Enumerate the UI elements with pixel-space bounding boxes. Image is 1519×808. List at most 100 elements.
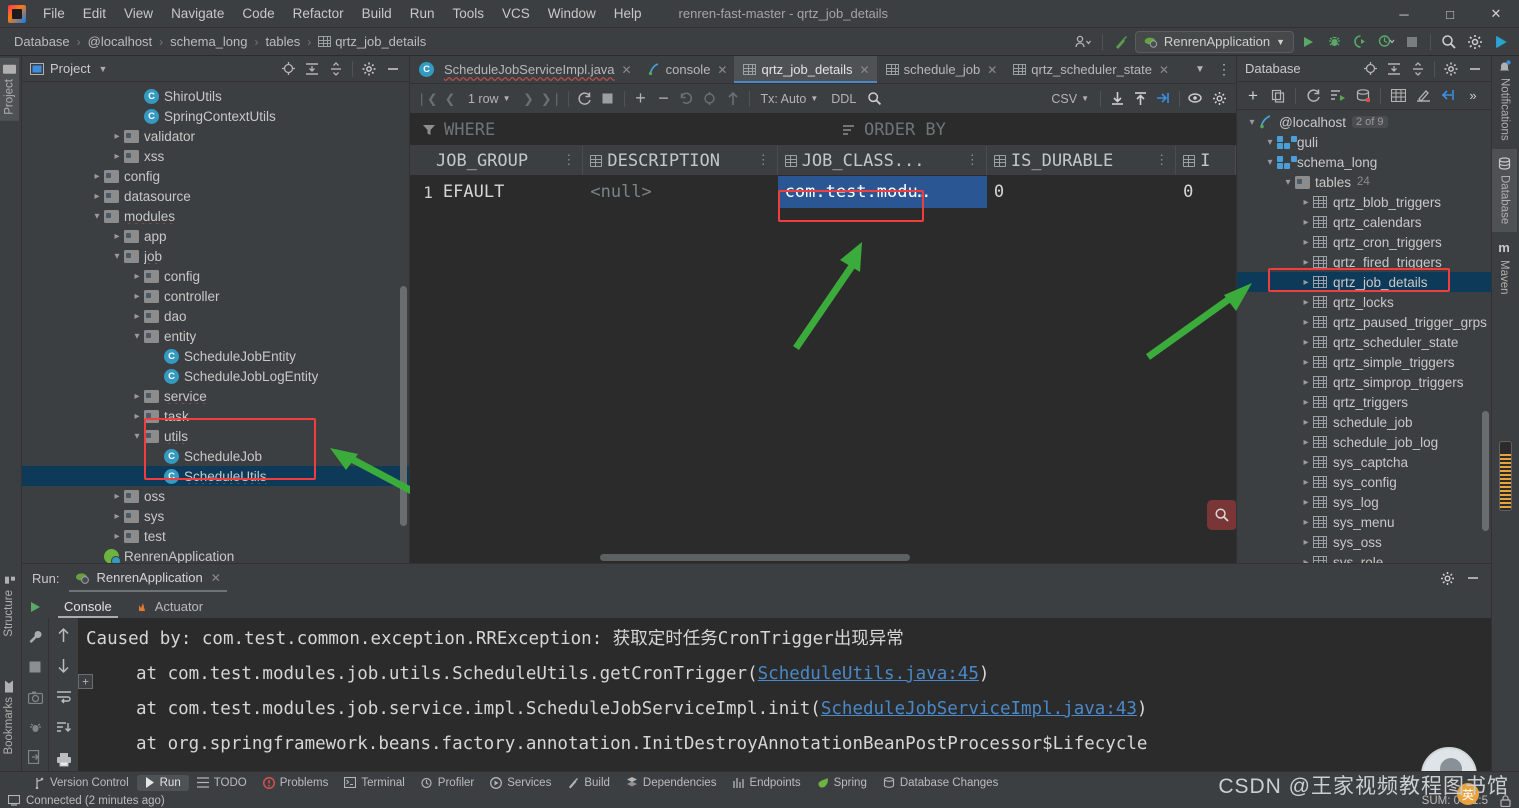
collapse-all-icon[interactable]: [1406, 58, 1430, 80]
bottom-stripe-item-build[interactable]: Build: [559, 775, 618, 791]
database-tree-node[interactable]: ▾ guli: [1237, 132, 1491, 152]
expand-all-icon[interactable]: [300, 58, 324, 80]
chevron-right-icon[interactable]: ▸: [110, 231, 124, 242]
cell-job-class-name[interactable]: com.test.modu…: [777, 176, 987, 208]
locate-icon[interactable]: [1358, 58, 1382, 80]
database-tree-node[interactable]: ▸ qrtz_triggers: [1237, 392, 1491, 412]
add-row-button[interactable]: +: [630, 88, 652, 110]
chevron-right-icon[interactable]: ▸: [1299, 417, 1313, 428]
cell-next[interactable]: 0: [1176, 176, 1236, 208]
editor-tab-console[interactable]: console ✕: [639, 56, 735, 83]
collapse-all-icon[interactable]: [324, 58, 348, 80]
grid-header-job-class[interactable]: JOB_CLASS... ⋮: [778, 146, 987, 175]
copy-icon[interactable]: [1266, 85, 1290, 107]
main-menu[interactable]: File Edit View Navigate Code Refactor Bu…: [34, 3, 651, 24]
jump-icon[interactable]: [1152, 88, 1174, 110]
chevron-right-icon[interactable]: ▸: [130, 411, 144, 422]
project-tree-node[interactable]: . RenrenApplication: [22, 546, 409, 563]
grid-horizontal-scrollbar[interactable]: [600, 554, 910, 561]
database-scrollbar[interactable]: [1482, 411, 1489, 531]
chevron-down-icon[interactable]: ▼: [1188, 59, 1212, 81]
updates-icon[interactable]: [1489, 31, 1513, 53]
print-icon[interactable]: [52, 748, 76, 770]
grid-header-is-durable[interactable]: IS_DURABLE ⋮: [987, 146, 1177, 175]
run-with-coverage-icon[interactable]: [1348, 31, 1372, 53]
bottom-stripe-item-terminal[interactable]: Terminal: [336, 775, 412, 791]
stripe-tab-project[interactable]: Project: [0, 58, 19, 121]
sort-indicator-icon[interactable]: ⋮: [757, 153, 770, 168]
chevron-right-icon[interactable]: ▸: [110, 491, 124, 502]
order-by-filter[interactable]: ORDER BY: [830, 120, 946, 140]
grid-header-description[interactable]: DESCRIPTION ⋮: [583, 146, 778, 175]
database-tree-node[interactable]: ▾ tables 24: [1237, 172, 1491, 192]
delete-row-button[interactable]: −: [653, 88, 675, 110]
database-tree-node[interactable]: ▸ sys_menu: [1237, 512, 1491, 532]
chevron-right-icon[interactable]: ▸: [110, 131, 124, 142]
cell-description[interactable]: <null>: [583, 176, 777, 208]
sort-indicator-icon[interactable]: ⋮: [1155, 153, 1168, 168]
menu-item-view[interactable]: View: [115, 3, 162, 24]
menu-item-build[interactable]: Build: [353, 3, 401, 24]
next-page-button[interactable]: ❯: [518, 88, 540, 110]
breadcrumb-tables[interactable]: tables: [262, 32, 305, 51]
database-tree-node[interactable]: ▸ qrtz_job_details: [1237, 272, 1491, 292]
wrench-icon[interactable]: [23, 626, 47, 648]
chevron-right-icon[interactable]: ▸: [1299, 357, 1313, 368]
search-icon[interactable]: [1437, 31, 1461, 53]
project-tree-node[interactable]: ▾ modules: [22, 206, 409, 226]
project-tree-node[interactable]: .C ScheduleUtils: [22, 466, 409, 486]
locate-icon[interactable]: [276, 58, 300, 80]
stripe-tab-maven[interactable]: m Maven: [1492, 232, 1516, 303]
cell-job-group[interactable]: EFAULT: [436, 176, 583, 208]
chevron-down-icon[interactable]: ▼: [98, 64, 107, 74]
soft-wrap-icon[interactable]: [52, 686, 76, 708]
gear-icon[interactable]: [1463, 31, 1487, 53]
menu-item-navigate[interactable]: Navigate: [162, 3, 233, 24]
last-page-button[interactable]: ❯❘: [541, 88, 563, 110]
chevron-down-icon[interactable]: ▾: [110, 251, 124, 262]
gear-icon[interactable]: [357, 58, 381, 80]
chevron-right-icon[interactable]: ▸: [1299, 437, 1313, 448]
chevron-down-icon[interactable]: ▾: [1281, 177, 1295, 188]
editor-tab-schedule-job[interactable]: schedule_job ✕: [877, 56, 1005, 83]
hide-icon[interactable]: [1463, 58, 1487, 80]
breadcrumb-localhost[interactable]: @localhost: [84, 32, 157, 51]
grid-header-next[interactable]: I: [1176, 146, 1236, 175]
chevron-right-icon[interactable]: ▸: [1299, 377, 1313, 388]
database-tree-node[interactable]: ▸ qrtz_fired_triggers: [1237, 252, 1491, 272]
chevron-down-icon[interactable]: ▾: [1263, 157, 1277, 168]
export-format-selector[interactable]: CSV ▼: [1045, 88, 1095, 110]
run-query-icon[interactable]: [1326, 85, 1350, 107]
menu-item-tools[interactable]: Tools: [443, 3, 493, 24]
menu-item-run[interactable]: Run: [401, 3, 444, 24]
bottom-stripe-item-database-changes[interactable]: Database Changes: [875, 775, 1006, 791]
revert-selected-icon[interactable]: [699, 88, 721, 110]
project-tree-node[interactable]: ▸ service: [22, 386, 409, 406]
chevron-right-icon[interactable]: ▸: [1299, 457, 1313, 468]
database-tree-node[interactable]: ▸ sys_captcha: [1237, 452, 1491, 472]
chevron-right-icon[interactable]: ▸: [130, 291, 144, 302]
project-tree[interactable]: .CShiroUtils.CSpringContextUtils▸validat…: [22, 82, 409, 563]
camera-icon[interactable]: [23, 686, 47, 708]
menu-item-file[interactable]: File: [34, 3, 74, 24]
table-row[interactable]: 1 EFAULT <null> com.test.modu… 0 0: [410, 176, 1236, 208]
debug-icon[interactable]: [1322, 31, 1346, 53]
more-vertical-icon[interactable]: ⋮: [1212, 59, 1236, 81]
chevron-right-icon[interactable]: ▸: [1299, 397, 1313, 408]
rerun-icon[interactable]: [23, 596, 47, 618]
first-page-button[interactable]: ❘❮: [416, 88, 438, 110]
menu-item-refactor[interactable]: Refactor: [284, 3, 353, 24]
user-settings-icon[interactable]: [1072, 31, 1096, 53]
database-tree-node[interactable]: ▸ qrtz_paused_trigger_grps: [1237, 312, 1491, 332]
project-tree-node[interactable]: .C ScheduleJobLogEntity: [22, 366, 409, 386]
database-tree-node[interactable]: ▸ qrtz_scheduler_state: [1237, 332, 1491, 352]
chevron-right-icon[interactable]: ▸: [130, 311, 144, 322]
chevron-right-icon[interactable]: ▸: [1299, 517, 1313, 528]
close-icon[interactable]: ✕: [211, 571, 221, 585]
gear-icon[interactable]: [1208, 88, 1230, 110]
close-icon[interactable]: ✕: [717, 63, 727, 77]
fold-toggle-icon[interactable]: +: [78, 674, 93, 689]
project-tree-node[interactable]: .C ScheduleJobEntity: [22, 346, 409, 366]
view-options-icon[interactable]: [1185, 88, 1207, 110]
project-tree-node[interactable]: ▸ app: [22, 226, 409, 246]
